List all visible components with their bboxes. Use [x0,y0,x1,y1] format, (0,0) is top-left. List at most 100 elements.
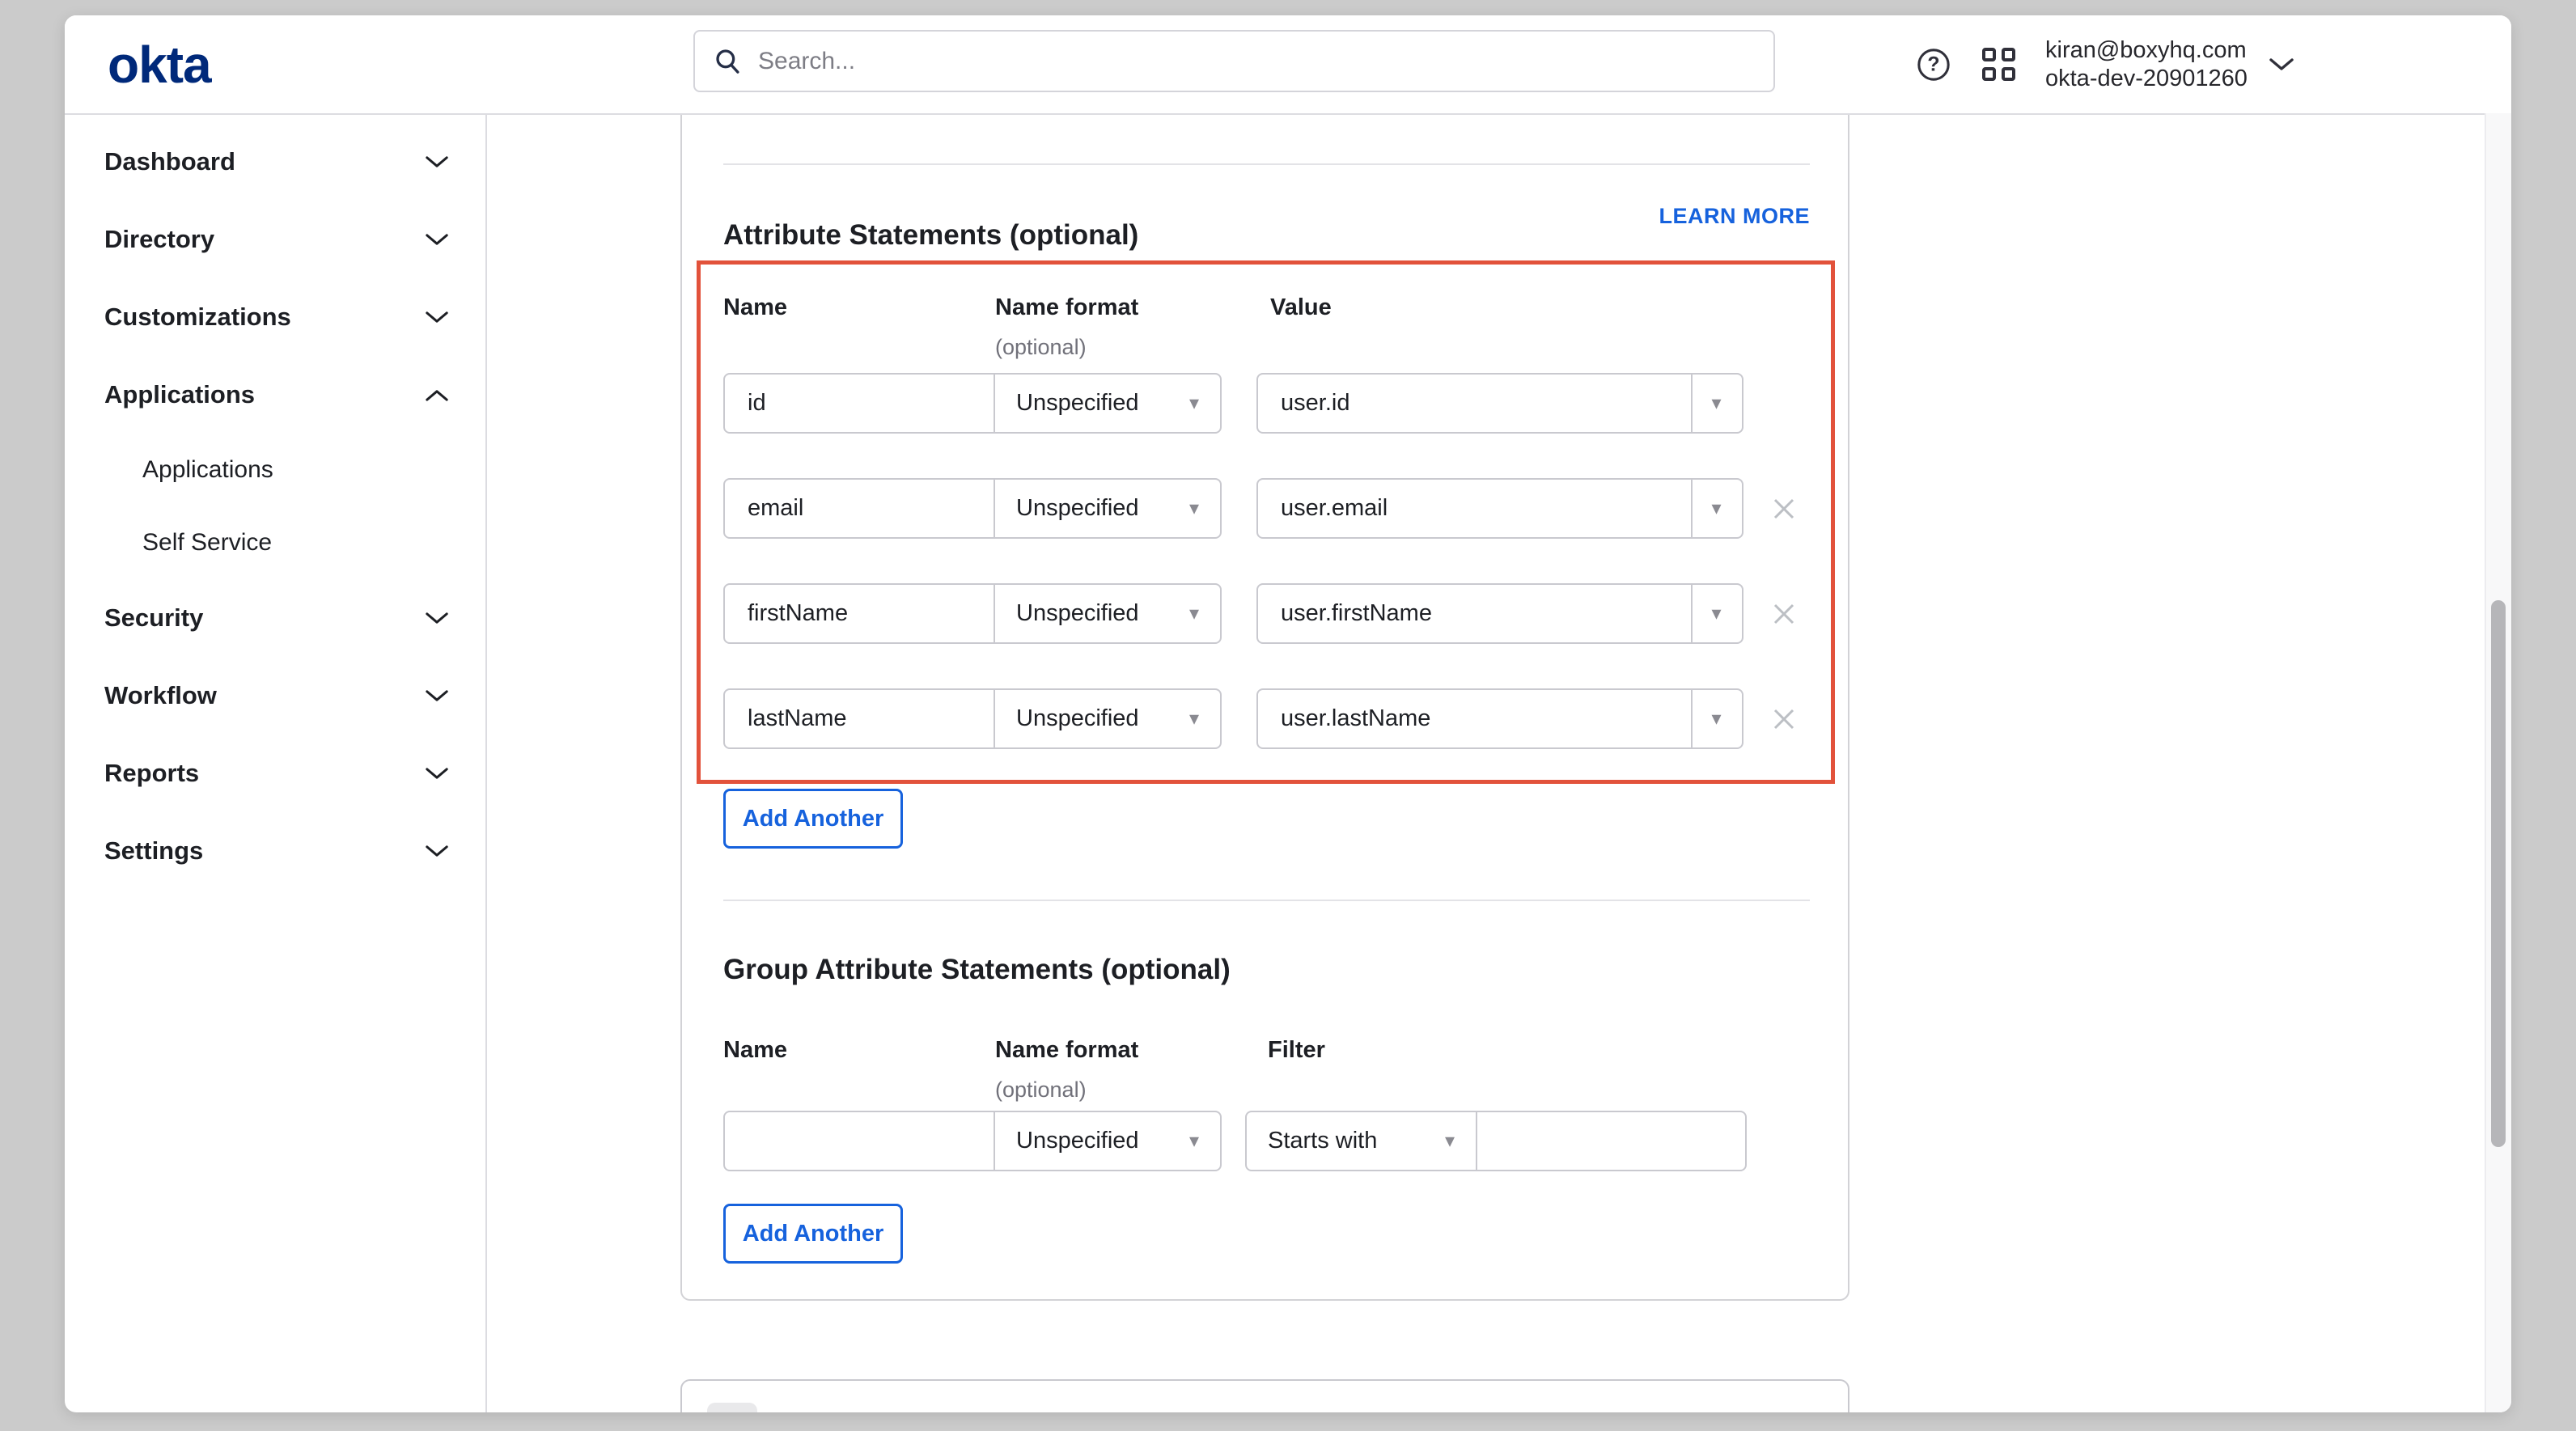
delete-row-button[interactable] [1768,703,1800,735]
apps-menu-button[interactable] [1981,47,2016,83]
value-dropdown-button[interactable]: ▾ [1691,690,1740,747]
apps-grid-icon [1982,48,2015,81]
caret-down-icon: ▾ [1189,394,1199,413]
sidebar-subitem-applications[interactable]: Applications [65,434,485,506]
sidebar-item-workflow[interactable]: Workflow [65,657,485,735]
attribute-value-input[interactable] [1279,389,1670,417]
attribute-name-input[interactable] [746,494,972,523]
attribute-name-input[interactable] [746,705,972,733]
name-format-select[interactable]: Unspecified ▾ [994,480,1220,537]
attribute-row: Unspecified ▾ ▾ [723,373,1743,434]
attribute-row: Unspecified ▾ ▾ [723,688,1800,749]
name-format-select[interactable]: Unspecified ▾ [994,1112,1220,1170]
sidebar-item-settings[interactable]: Settings [65,812,485,890]
body: Dashboard Directory Customizations Appli… [65,115,2511,1412]
global-search[interactable] [693,30,1775,92]
chevron-down-icon [425,311,449,324]
chevron-down-icon [425,689,449,703]
group-name-input[interactable] [746,1127,972,1155]
add-another-attribute-button[interactable]: Add Another [723,789,903,849]
next-section-card [680,1379,1849,1412]
caret-down-icon: ▾ [1711,604,1721,624]
learn-more-link[interactable]: LEARN MORE [1659,204,1811,229]
name-format-select[interactable]: Unspecified ▾ [994,375,1220,432]
sidebar-item-reports[interactable]: Reports [65,735,485,812]
close-icon [1770,600,1798,628]
sidebar-item-directory[interactable]: Directory [65,201,485,278]
topbar: okta ? [65,15,2511,115]
chevron-up-icon [425,388,449,402]
topbar-actions: ? kiran@boxyhq.com okta-dev-20901260 [1916,15,2294,113]
delete-row-button[interactable] [1768,598,1800,630]
search-input[interactable] [756,47,1756,76]
account-menu[interactable]: kiran@boxyhq.com okta-dev-20901260 [2045,36,2294,93]
okta-admin-window: okta ? [65,15,2511,1412]
svg-text:?: ? [1927,53,1939,75]
help-button[interactable]: ? [1916,47,1951,83]
account-info: kiran@boxyhq.com okta-dev-20901260 [2045,36,2248,93]
okta-logo: okta [108,35,211,95]
divider [723,900,1810,901]
scrollbar-thumb[interactable] [2491,600,2506,1147]
chevron-down-icon [425,233,449,247]
sidebar-label: Security [104,603,203,633]
delete-row-button[interactable] [1768,493,1800,525]
value-dropdown-button[interactable]: ▾ [1691,375,1740,432]
column-header-filter: Filter [1268,1037,1325,1064]
sidebar-item-customizations[interactable]: Customizations [65,278,485,356]
column-header-format-note: (optional) [995,1077,1087,1103]
saml-settings-card: Attribute Statements (optional) LEARN MO… [680,115,1849,1301]
caret-down-icon: ▾ [1445,1132,1455,1151]
attribute-name-input[interactable] [746,389,972,417]
sidebar-label: Workflow [104,681,217,710]
attribute-value-input[interactable] [1279,494,1670,523]
caret-down-icon: ▾ [1189,1132,1199,1151]
column-header-value: Value [1270,294,1332,321]
caret-down-icon: ▾ [1711,709,1721,729]
chevron-down-icon [425,155,449,169]
caret-down-icon: ▾ [1189,499,1199,519]
sidebar-item-applications[interactable]: Applications [65,356,485,434]
column-header-name: Name [723,294,787,321]
sidebar-sublabel: Applications [142,456,273,484]
app-logo-placeholder [707,1403,757,1412]
close-icon [1770,705,1798,733]
attribute-value-input[interactable] [1279,705,1670,733]
sidebar-item-dashboard[interactable]: Dashboard [65,123,485,201]
filter-type-select[interactable]: Starts with ▾ [1247,1112,1476,1170]
add-another-group-attribute-button[interactable]: Add Another [723,1204,903,1264]
column-header-format-note: (optional) [995,335,1087,360]
sidebar-label: Settings [104,836,203,866]
desktop-background: okta ? [0,0,2576,1431]
value-dropdown-button[interactable]: ▾ [1691,480,1740,537]
name-format-value: Unspecified [1016,705,1139,732]
attribute-statements-title: Attribute Statements (optional) [723,219,1138,252]
attribute-row: Unspecified ▾ ▾ [723,583,1800,644]
close-icon [1770,495,1798,523]
chevron-down-icon [425,612,449,625]
caret-down-icon: ▾ [1189,604,1199,624]
filter-value-input[interactable] [1498,1127,1724,1155]
name-format-value: Unspecified [1016,495,1139,522]
column-header-format: Name format [995,294,1138,321]
sidebar-label: Applications [104,380,255,409]
sidebar-subitem-self-service[interactable]: Self Service [65,506,485,579]
caret-down-icon: ▾ [1189,709,1199,729]
caret-down-icon: ▾ [1711,499,1721,519]
attribute-name-input[interactable] [746,599,972,628]
sidebar-sublabel: Self Service [142,529,272,557]
name-format-select[interactable]: Unspecified ▾ [994,690,1220,747]
divider [723,163,1810,165]
content-area: Attribute Statements (optional) LEARN MO… [487,115,2511,1412]
sidebar-label: Customizations [104,303,291,332]
sidebar-label: Dashboard [104,147,235,176]
value-dropdown-button[interactable]: ▾ [1691,585,1740,642]
name-format-select[interactable]: Unspecified ▾ [994,585,1220,642]
name-format-value: Unspecified [1016,1128,1139,1154]
caret-down-icon: ▾ [1711,394,1721,413]
chevron-down-icon [425,845,449,858]
group-attribute-row: Unspecified ▾ Starts with ▾ [723,1111,1747,1171]
attribute-value-input[interactable] [1279,599,1670,628]
group-attribute-statements-title: Group Attribute Statements (optional) [723,954,1231,986]
sidebar-item-security[interactable]: Security [65,579,485,657]
